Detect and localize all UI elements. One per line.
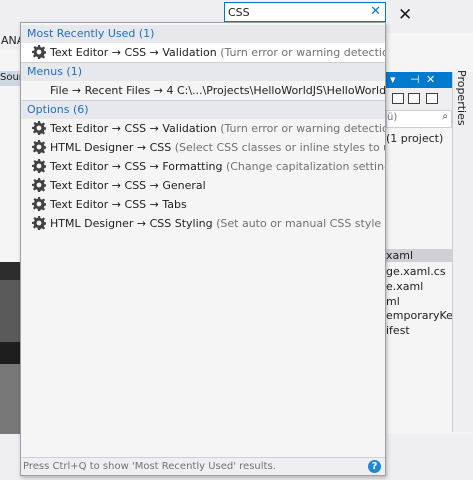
result-item-option[interactable]: Text Editor → CSS → Validation (Turn err… — [21, 119, 385, 138]
result-item-mru-validation[interactable]: Text Editor → CSS → Validation (Turn err… — [21, 43, 385, 62]
help-icon[interactable]: ? — [368, 460, 381, 473]
result-title: File → Recent Files → 4 C:\...\Projects\… — [50, 84, 385, 97]
result-title: Text Editor → CSS → Tabs — [50, 198, 187, 211]
editor-dark-region — [0, 280, 20, 342]
section-header-most-recently-used: Most Recently Used (1) — [21, 25, 385, 43]
gear-icon — [32, 197, 46, 211]
solution-tree: (1 project) xaml ge.xaml.cs e.xaml ml em… — [386, 128, 452, 428]
document-tab-fragment[interactable]: Sour — [0, 71, 20, 86]
collapse-all-icon[interactable] — [392, 93, 404, 104]
section-header-menus: Menus (1) — [21, 63, 385, 81]
footer-hint-text: Press Ctrl+Q to show 'Most Recently Used… — [23, 461, 276, 472]
search-text-fragment: ü) — [387, 112, 398, 123]
close-icon[interactable]: ✕ — [370, 4, 381, 19]
solution-explorer-title-bar: ▾ ⊣ ✕ — [386, 72, 452, 88]
main-menu-fragment[interactable]: ANAI — [0, 32, 20, 50]
pin-icon[interactable]: ⊣ — [410, 73, 420, 86]
tree-item[interactable]: e.xaml — [386, 280, 423, 293]
quick-launch-results-popup: Most Recently Used (1) Text Editor → CSS… — [20, 22, 386, 476]
result-item-recent-file[interactable]: File → Recent Files → 4 C:\...\Projects\… — [21, 81, 385, 100]
result-title: Text Editor → CSS → General — [50, 179, 206, 192]
editor-dark-region — [0, 262, 20, 280]
search-icon[interactable]: ⌕ — [442, 111, 448, 122]
gear-icon — [32, 216, 46, 230]
quick-launch-footer: Press Ctrl+Q to show 'Most Recently Used… — [21, 457, 385, 475]
quick-launch-input[interactable] — [228, 4, 368, 20]
result-item-option[interactable]: Text Editor → CSS → General — [21, 176, 385, 195]
editor-dark-region — [0, 364, 20, 434]
gear-icon — [32, 140, 46, 154]
result-item-option[interactable]: Text Editor → CSS → Tabs — [21, 195, 385, 214]
section-header-options: Options (6) — [21, 101, 385, 119]
gear-icon — [32, 178, 46, 192]
tree-item[interactable]: ml — [386, 295, 400, 308]
result-title: HTML Designer → CSS Styling — [50, 217, 213, 230]
tree-item[interactable]: ge.xaml.cs — [386, 265, 446, 278]
panel-close-icon[interactable]: ✕ — [426, 73, 435, 86]
result-item-option[interactable]: HTML Designer → CSS Styling (Set auto or… — [21, 214, 385, 233]
solution-explorer-toolbar — [386, 88, 452, 110]
result-description: (Select CSS classes or inline styles to … — [174, 141, 385, 154]
result-description: (Turn error or warning detection for CSS… — [220, 122, 385, 135]
gear-icon — [32, 45, 46, 59]
result-item-option[interactable]: Text Editor → CSS → Formatting (Change c… — [21, 157, 385, 176]
properties-tab-label[interactable]: Properties — [455, 70, 468, 126]
result-title: HTML Designer → CSS — [50, 141, 172, 154]
result-description: (Turn error or warning detection for CSS… — [220, 46, 385, 59]
solution-explorer-search[interactable]: ü) ⌕ — [386, 110, 452, 128]
properties-side-tab[interactable] — [452, 72, 473, 432]
gear-icon — [32, 121, 46, 135]
dropdown-arrow-icon[interactable]: ▾ — [390, 73, 396, 86]
editor-dark-region — [0, 342, 20, 364]
result-item-option[interactable]: HTML Designer → CSS (Select CSS classes … — [21, 138, 385, 157]
tree-item[interactable]: ifest — [386, 324, 410, 337]
tree-item-selected[interactable]: xaml — [386, 249, 452, 262]
gear-icon — [32, 159, 46, 173]
result-title: Text Editor → CSS → Validation — [50, 46, 217, 59]
result-title: Text Editor → CSS → Formatting — [50, 160, 223, 173]
editor-gutter — [0, 86, 20, 262]
result-title: Text Editor → CSS → Validation — [50, 122, 217, 135]
result-description: (Set auto or manual CSS style applicatio… — [216, 217, 385, 230]
tree-item[interactable]: (1 project) — [386, 132, 443, 145]
result-description: (Change capitalization settings, Change … — [225, 160, 385, 173]
quick-launch-search-box[interactable]: ✕ — [224, 2, 386, 22]
properties-icon[interactable] — [426, 93, 438, 104]
tree-item[interactable]: emporaryKey.p — [386, 309, 452, 322]
show-files-icon[interactable] — [408, 93, 420, 104]
window-close-icon[interactable]: ✕ — [398, 5, 412, 25]
